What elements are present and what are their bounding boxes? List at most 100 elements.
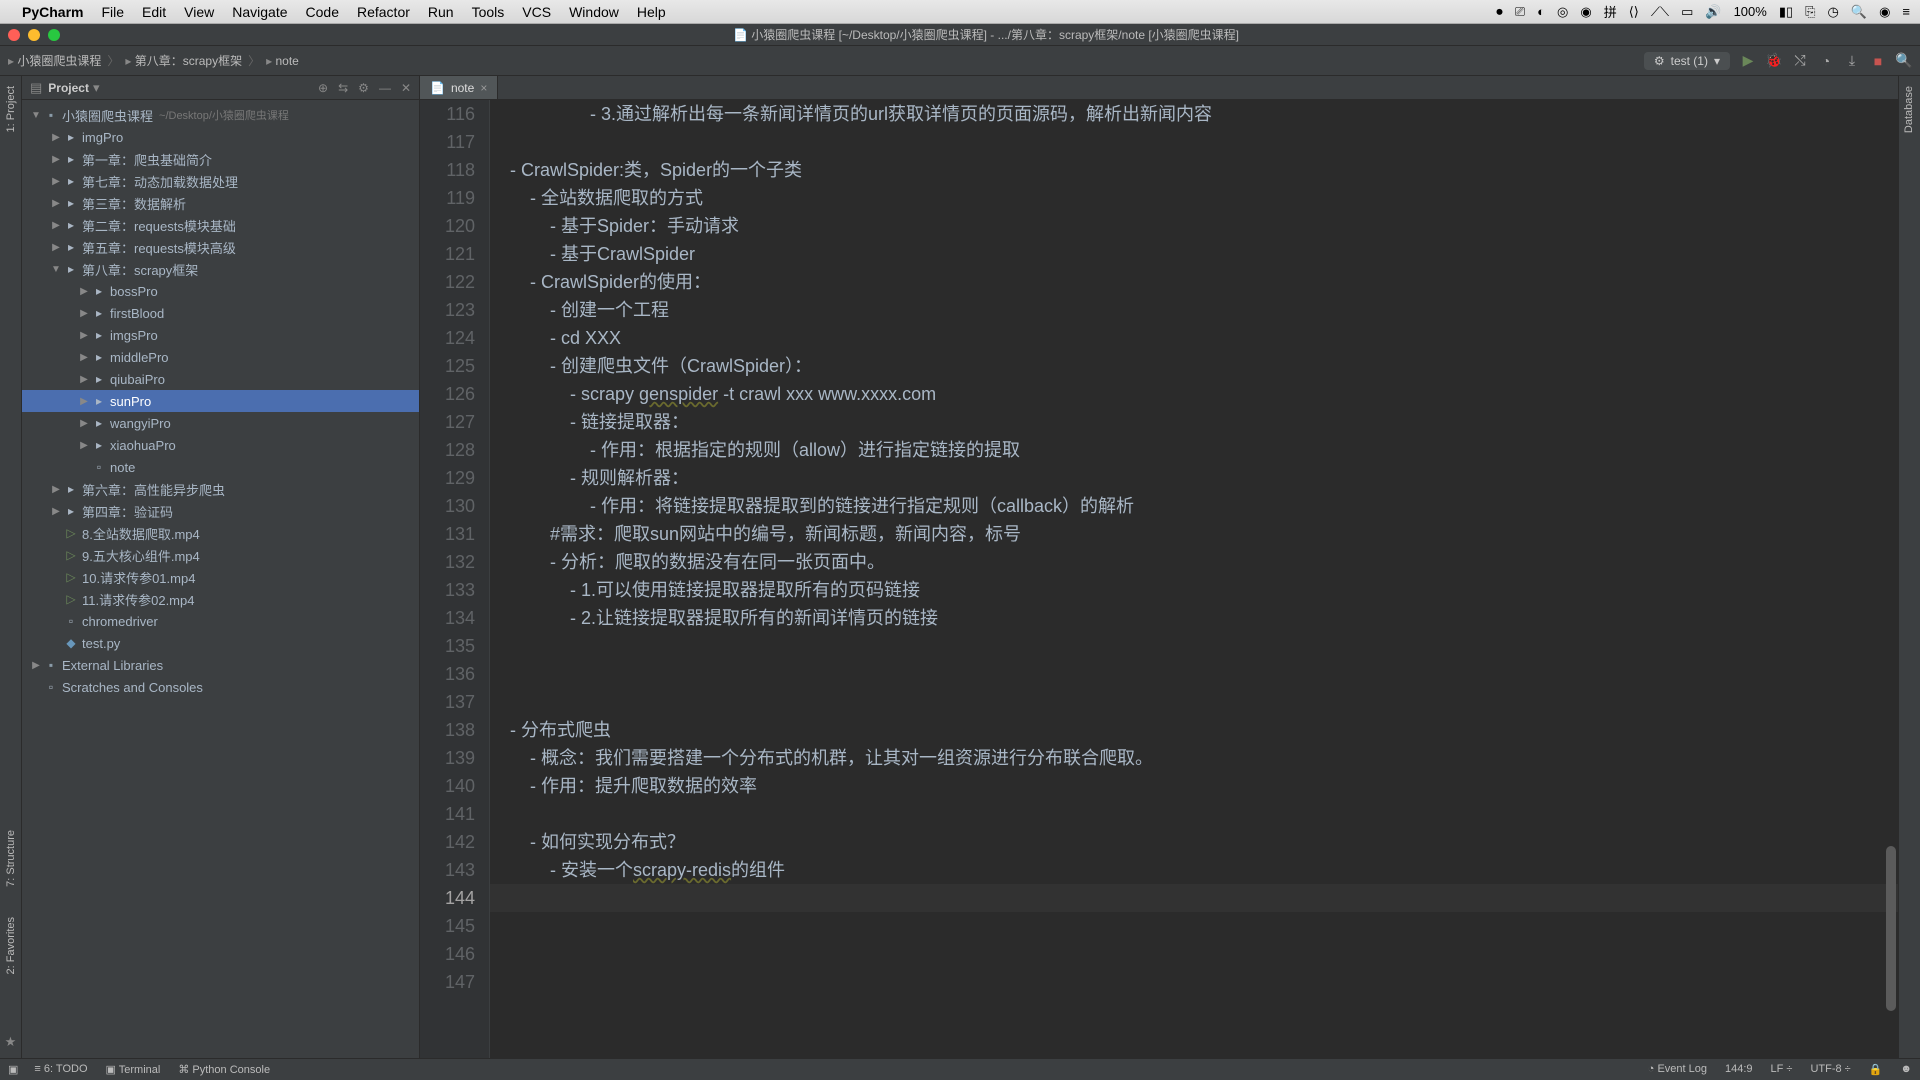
chevron-down-icon[interactable]: ▾ — [93, 80, 100, 96]
tree-item[interactable]: ▶▸xiaohuaPro — [22, 434, 419, 456]
tree-item[interactable]: ▷9.五大核心组件.mp4 — [22, 544, 419, 566]
do-not-disturb-icon[interactable]: ◐ — [1537, 4, 1545, 19]
close-panel-icon[interactable]: ✕ — [401, 81, 411, 95]
hide-panel-icon[interactable]: — — [379, 81, 391, 95]
tree-item[interactable]: ▶▸wangyiPro — [22, 412, 419, 434]
project-tool-button[interactable]: 1: Project — [5, 86, 17, 132]
tree-item[interactable]: ▫chromedriver — [22, 610, 419, 632]
bluetooth-icon[interactable]: ⟨⟩ — [1629, 4, 1639, 20]
menu-run[interactable]: Run — [428, 4, 454, 20]
file-encoding[interactable]: UTF-8 ÷ — [1810, 1063, 1850, 1076]
breadcrumb-item[interactable]: ▸ note — [266, 54, 299, 68]
menu-tools[interactable]: Tools — [472, 4, 505, 20]
tool-window-toggle-icon[interactable]: ▣ — [8, 1063, 18, 1076]
tree-item[interactable]: ▶▸第四章：验证码 — [22, 500, 419, 522]
tree-item[interactable]: ▶▸第五章：requests模块高级 — [22, 236, 419, 258]
collapse-all-icon[interactable]: ⇆ — [338, 81, 348, 95]
tree-item[interactable]: ▫note — [22, 456, 419, 478]
input-method-icon[interactable]: 拼 — [1604, 2, 1617, 21]
tree-item[interactable]: ▶▸第二章：requests模块基础 — [22, 214, 419, 236]
tree-item[interactable]: ▶▸imgPro — [22, 126, 419, 148]
close-tab-icon[interactable]: × — [480, 81, 487, 95]
battery-percent[interactable]: 100% — [1734, 4, 1767, 19]
star-icon[interactable]: ★ — [5, 1034, 17, 1050]
tree-item[interactable]: ▷8.全站数据爬取.mp4 — [22, 522, 419, 544]
run-button[interactable]: ▶ — [1740, 53, 1756, 69]
media-icon[interactable]: ⎘ — [1805, 4, 1815, 20]
menu-file[interactable]: File — [101, 4, 124, 20]
notification-icon[interactable]: ≡ — [1902, 4, 1910, 19]
cursor-position[interactable]: 144:9 — [1725, 1063, 1753, 1076]
editor-content[interactable]: - 3.通过解析出每一条新闻详情页的url获取详情页的页面源码，解析出新闻内容-… — [490, 100, 1898, 1058]
minimize-window-button[interactable] — [28, 29, 40, 41]
tree-item[interactable]: ▶▸第六章：高性能异步爬虫 — [22, 478, 419, 500]
volume-icon[interactable]: 🔊 — [1705, 4, 1721, 20]
editor-gutter[interactable]: 1161171181191201211221231241251261271281… — [420, 100, 490, 1058]
tree-item[interactable]: ▷10.请求传参01.mp4 — [22, 566, 419, 588]
line-separator[interactable]: LF ÷ — [1771, 1063, 1793, 1076]
tree-item[interactable]: ▶▪External Libraries — [22, 654, 419, 676]
tree-item[interactable]: ▶▸sunPro — [22, 390, 419, 412]
status-icon-2[interactable]: ◉ — [1580, 4, 1591, 20]
tree-item[interactable]: ▶▸第三章：数据解析 — [22, 192, 419, 214]
screen-mirror-icon[interactable]: ⎚ — [1515, 4, 1525, 20]
breadcrumb-item[interactable]: ▸ 小猿圈爬虫课程 — [8, 52, 101, 69]
tree-item[interactable]: ▼▸第八章：scrapy框架 — [22, 258, 419, 280]
tree-item[interactable]: ▶▸firstBlood — [22, 302, 419, 324]
editor-scrollbar[interactable] — [1884, 130, 1896, 1048]
tree-item[interactable]: ▶▸qiubaiPro — [22, 368, 419, 390]
app-name[interactable]: PyCharm — [22, 4, 83, 20]
tree-item[interactable]: ▫Scratches and Consoles — [22, 676, 419, 698]
breadcrumb[interactable]: ▸ 小猿圈爬虫课程〉▸ 第八章：scrapy框架〉▸ note — [8, 52, 299, 69]
terminal-tool-button[interactable]: ▣ Terminal — [106, 1063, 161, 1076]
editor-tab-note[interactable]: 📄 note × — [420, 76, 498, 99]
breadcrumb-item[interactable]: ▸ 第八章：scrapy框架 — [125, 52, 242, 69]
run-with-coverage-button[interactable]: ⤭ — [1792, 53, 1808, 69]
scroll-from-source-icon[interactable]: ⊕ — [318, 81, 328, 95]
tree-item[interactable]: ▶▸第一章：爬虫基础简介 — [22, 148, 419, 170]
database-tool-button[interactable]: Database — [1903, 86, 1915, 133]
read-only-toggle-icon[interactable]: 🔒 — [1869, 1063, 1883, 1076]
search-everywhere-button[interactable]: 🔍 — [1896, 53, 1912, 69]
siri-icon[interactable]: ◉ — [1879, 4, 1890, 20]
event-log-button[interactable]: ◔ Event Log — [1648, 1063, 1707, 1076]
spotlight-icon[interactable]: 🔍 — [1851, 4, 1867, 20]
favorites-tool-button[interactable]: 2: Favorites — [5, 917, 17, 974]
code-editor[interactable]: 1161171181191201211221231241251261271281… — [420, 100, 1898, 1058]
tree-item[interactable]: ▷11.请求传参02.mp4 — [22, 588, 419, 610]
profile-button[interactable]: ◔ — [1818, 53, 1834, 69]
menu-refactor[interactable]: Refactor — [357, 4, 410, 20]
battery-icon[interactable]: ▮▯ — [1779, 4, 1793, 20]
tree-item[interactable]: ▼▪小猿圈爬虫课程~/Desktop/小猿圈爬虫课程 — [22, 104, 419, 126]
project-tree[interactable]: ▼▪小猿圈爬虫课程~/Desktop/小猿圈爬虫课程▶▸imgPro▶▸第一章：… — [22, 100, 419, 1058]
menu-code[interactable]: Code — [306, 4, 339, 20]
run-configuration-selector[interactable]: ⚙ test (1) ▾ — [1644, 52, 1730, 70]
tree-item[interactable]: ▶▸第七章：动态加载数据处理 — [22, 170, 419, 192]
settings-icon[interactable]: ⚙ — [358, 81, 369, 95]
tree-item[interactable]: ▶▸imgsPro — [22, 324, 419, 346]
maximize-window-button[interactable] — [48, 29, 60, 41]
clock-icon[interactable]: ◷ — [1828, 4, 1839, 20]
debug-button[interactable]: 🐞 — [1766, 53, 1782, 69]
inspections-icon[interactable]: ☻ — [1900, 1063, 1912, 1076]
menu-view[interactable]: View — [184, 4, 214, 20]
attach-button[interactable]: ⤓ — [1844, 53, 1860, 69]
project-panel-title[interactable]: Project — [48, 81, 89, 95]
wifi-icon[interactable]: ⟋⟍ — [1651, 4, 1669, 20]
menu-navigate[interactable]: Navigate — [232, 4, 287, 20]
structure-tool-button[interactable]: 7: Structure — [5, 830, 17, 887]
status-icon[interactable]: ◎ — [1557, 4, 1568, 20]
close-window-button[interactable] — [8, 29, 20, 41]
python-console-tool-button[interactable]: ⌘ Python Console — [178, 1063, 270, 1076]
tree-item[interactable]: ◆test.py — [22, 632, 419, 654]
tree-item[interactable]: ▶▸bossPro — [22, 280, 419, 302]
screencast-icon[interactable]: ⏺ — [1496, 4, 1503, 20]
menu-help[interactable]: Help — [637, 4, 666, 20]
display-icon[interactable]: ▭ — [1681, 4, 1693, 20]
stop-button[interactable]: ■ — [1870, 53, 1886, 69]
todo-tool-button[interactable]: ≡ 6: TODO — [34, 1063, 87, 1076]
menu-window[interactable]: Window — [569, 4, 619, 20]
tree-item[interactable]: ▶▸middlePro — [22, 346, 419, 368]
menu-edit[interactable]: Edit — [142, 4, 166, 20]
menu-vcs[interactable]: VCS — [522, 4, 551, 20]
